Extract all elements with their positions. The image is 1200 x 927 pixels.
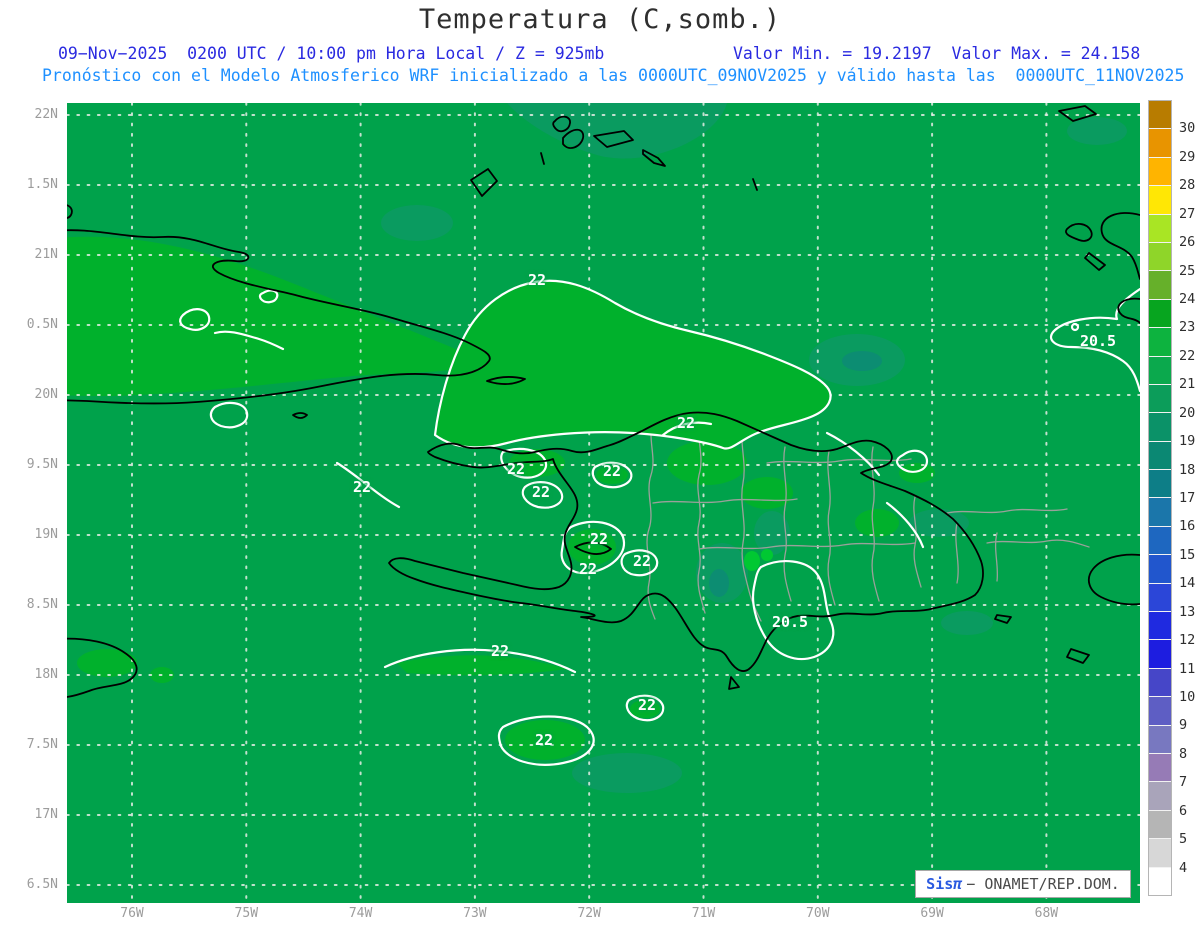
colorbar-tick-label: 7 <box>1179 774 1188 791</box>
colorbar-tick-label: 14 <box>1179 575 1196 592</box>
colorbar-tick-label: 17 <box>1179 490 1196 506</box>
lat-tick-label: 17N <box>34 807 58 822</box>
colorbar-tick-label: 28 <box>1179 177 1196 194</box>
weather-map-page: Temperatura (C,somb.) 09−Nov−2025 0200 U… <box>0 0 1200 927</box>
colorbar-tick-label: 25 <box>1179 262 1196 279</box>
colorbar-block-10 <box>1149 384 1171 414</box>
page-title: Temperatura (C,somb.) <box>418 4 782 35</box>
colorbar-block-13 <box>1149 470 1171 499</box>
header-minmax: Valor Min. = 19.2197 Valor Max. = 24.158 <box>733 44 1141 63</box>
colorbar-tick-label: 23 <box>1179 319 1196 336</box>
colorbar-block-14 <box>1149 498 1171 527</box>
colorbar-tick-label: 10 <box>1179 689 1196 705</box>
colorbar-tick-label: 22 <box>1179 347 1196 364</box>
pi-icon: π <box>953 875 963 893</box>
colorbar-tick-label: 4 <box>1179 859 1188 876</box>
colorbar-tick-label: 19 <box>1179 433 1196 450</box>
colorbar-block-4 <box>1149 214 1171 243</box>
colorbar-block-24 <box>1149 782 1171 811</box>
colorbar-block-3 <box>1149 186 1171 215</box>
colorbar-block-9 <box>1149 356 1171 385</box>
colorbar-block-21 <box>1149 697 1171 726</box>
colorbar-blocks <box>1148 100 1172 896</box>
colorbar-tick-label: 30 <box>1179 120 1196 137</box>
colorbar-tick-label: 26 <box>1179 234 1196 251</box>
colorbar-block-23 <box>1149 753 1171 783</box>
colorbar-block-22 <box>1149 725 1171 754</box>
lon-tick-label: 75W <box>234 906 259 921</box>
lat-tick-label: 0.5N <box>26 317 58 332</box>
colorbar-tick-label: 29 <box>1179 148 1196 165</box>
colorbar-block-7 <box>1149 299 1171 329</box>
colorbar-block-0 <box>1149 101 1171 130</box>
colorbar-tick-label: 21 <box>1179 376 1196 393</box>
lat-tick-label: 20N <box>34 387 58 402</box>
lat-tick-label: 21N <box>34 247 58 262</box>
lon-tick-label: 76W <box>120 906 144 921</box>
lat-tick-label: 19N <box>34 527 58 542</box>
latitude-axis: 22N 1.5N 21N 0.5N 20N 9.5N 19N 8.5N 18N 7.5N 17N 6.… <box>0 103 62 903</box>
watermark-sis: Sis <box>926 875 954 893</box>
longitude-axis: 76W 75W 74W 73W 72W 71W 70W 69W 68W <box>67 906 1140 926</box>
lat-tick-label: 8.5N <box>26 597 58 612</box>
colorbar-block-17 <box>1149 583 1171 613</box>
colorbar-tick-label: 6 <box>1179 802 1188 819</box>
colorbar-block-11 <box>1149 413 1171 442</box>
colorbar-tick-label: 8 <box>1179 745 1188 762</box>
lon-tick-label: 72W <box>577 906 601 921</box>
colorbar-block-19 <box>1149 640 1171 669</box>
watermark-org: − ONAMET/REP.DOM. <box>966 875 1120 893</box>
lon-tick-label: 71W <box>691 906 716 921</box>
watermark-box: Sis π − ONAMET/REP.DOM. <box>915 870 1131 898</box>
lon-tick-label: 69W <box>920 906 944 921</box>
header-forecast-info: Pronóstico con el Modelo Atmosferico WRF… <box>42 66 1185 85</box>
header-datetime: 09−Nov−2025 0200 UTC / 10:00 pm Hora Loc… <box>58 44 605 63</box>
colorbar-tick-label: 11 <box>1179 660 1196 677</box>
colorbar-block-5 <box>1149 242 1171 272</box>
lat-tick-label: 7.5N <box>26 737 58 752</box>
colorbar-block-8 <box>1149 328 1171 357</box>
colorbar-tick-labels: 30 29 28 27 26 25 24 23 22 21 20 19 18 17 16 15 14 13 12 11… <box>1179 100 1200 896</box>
colorbar-block-16 <box>1149 555 1171 584</box>
colorbar-tick-label: 24 <box>1179 291 1196 307</box>
colorbar-tick-label: 15 <box>1179 546 1196 563</box>
lat-tick-label: 18N <box>34 667 58 682</box>
colorbar-tick-label: 12 <box>1179 632 1196 649</box>
colorbar-block-15 <box>1149 526 1171 556</box>
lat-tick-label: 6.5N <box>26 877 58 892</box>
colorbar-tick-label: 20 <box>1179 404 1196 421</box>
lon-tick-label: 70W <box>806 906 830 921</box>
map-canvas: 22 22 20.5 22 22 22 22 22 22 22 20.5 22 22 22 <box>67 103 1140 903</box>
lon-tick-label: 73W <box>463 906 487 921</box>
lat-tick-label: 9.5N <box>26 457 58 472</box>
lon-tick-label: 74W <box>348 906 373 921</box>
lon-tick-label: 68W <box>1034 906 1059 921</box>
map-svg <box>67 103 1140 903</box>
colorbar-block-27 <box>1149 867 1171 895</box>
colorbar-tick-label: 13 <box>1179 603 1196 620</box>
colorbar-block-1 <box>1149 129 1171 158</box>
colorbar-tick-label: 5 <box>1179 831 1188 848</box>
colorbar-block-2 <box>1149 157 1171 187</box>
colorbar-block-26 <box>1149 839 1171 868</box>
colorbar-block-6 <box>1149 271 1171 300</box>
lat-tick-label: 22N <box>34 107 58 122</box>
colorbar-block-18 <box>1149 612 1171 641</box>
lat-tick-label: 1.5N <box>26 177 58 192</box>
colorbar-block-25 <box>1149 810 1171 840</box>
colorbar-tick-label: 27 <box>1179 205 1196 222</box>
colorbar-tick-label: 18 <box>1179 461 1196 478</box>
colorbar-tick-label: 16 <box>1179 518 1196 535</box>
colorbar-block-20 <box>1149 668 1171 698</box>
colorbar-tick-label: 9 <box>1179 717 1188 734</box>
colorbar-block-12 <box>1149 441 1171 471</box>
